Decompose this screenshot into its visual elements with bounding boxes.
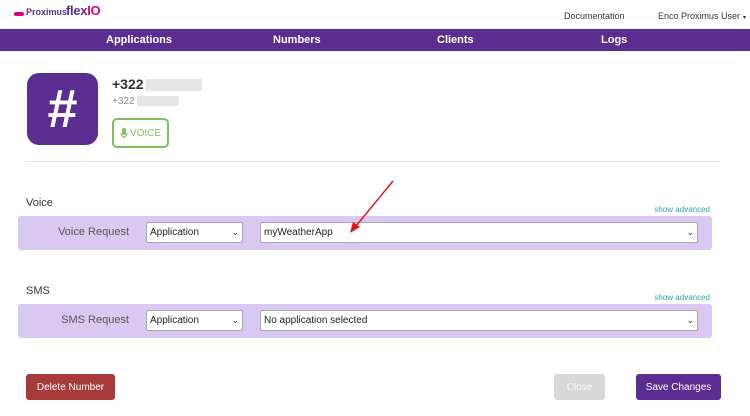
voice-application-value: myWeatherApp xyxy=(264,227,333,238)
chevron-down-icon: ⌄ xyxy=(231,315,239,325)
chevron-down-icon: ⌄ xyxy=(231,227,239,237)
sms-application-select[interactable]: No application selected ⌄ xyxy=(260,310,698,331)
number-secondary: +322 xyxy=(112,96,179,107)
logo-mark xyxy=(14,12,24,16)
caret-down-icon: ▾ xyxy=(743,15,747,21)
sms-request-row: SMS Request Application ⌄ No application… xyxy=(18,304,712,338)
sms-type-value: Application xyxy=(150,315,199,326)
annotation-arrow-icon xyxy=(350,180,394,233)
close-button[interactable]: Close xyxy=(554,374,605,400)
voice-request-label: Voice Request xyxy=(58,226,129,238)
user-name: Enco Proximus User xyxy=(658,11,741,21)
sms-show-advanced-link[interactable]: show advanced xyxy=(654,293,710,302)
nav-clients[interactable]: Clients xyxy=(437,34,474,46)
voice-application-select[interactable]: myWeatherApp ⌄ xyxy=(260,222,698,243)
redacted-digits xyxy=(136,96,179,107)
main-nav: Applications Numbers Clients Logs xyxy=(0,29,750,51)
sms-section-title: SMS xyxy=(26,285,50,297)
voice-section-title: Voice xyxy=(26,197,53,209)
user-menu[interactable]: Enco Proximus User ▾ xyxy=(658,11,746,21)
sms-request-label: SMS Request xyxy=(61,314,129,326)
voice-request-type-select[interactable]: Application ⌄ xyxy=(146,222,243,243)
number-primary: +322 xyxy=(112,76,202,92)
chevron-down-icon: ⌄ xyxy=(686,315,694,325)
number-hash-icon: # xyxy=(27,73,98,145)
voice-type-value: Application xyxy=(150,227,199,238)
voice-request-row: Voice Request Application ⌄ myWeatherApp… xyxy=(18,216,712,250)
save-changes-button[interactable]: Save Changes xyxy=(636,374,721,400)
voice-show-advanced-link[interactable]: show advanced xyxy=(654,205,710,214)
redacted-digits xyxy=(145,79,202,92)
documentation-link[interactable]: Documentation xyxy=(564,11,625,21)
logo-product-text: flexIO xyxy=(66,3,101,18)
nav-numbers[interactable]: Numbers xyxy=(273,34,321,46)
voice-badge-label: VOICE xyxy=(129,127,162,139)
voice-capability-badge: VOICE xyxy=(112,118,169,148)
nav-applications[interactable]: Applications xyxy=(106,34,172,46)
microphone-icon xyxy=(120,127,128,138)
sms-application-value: No application selected xyxy=(264,315,368,326)
nav-logs[interactable]: Logs xyxy=(601,34,627,46)
chevron-down-icon: ⌄ xyxy=(686,227,694,237)
logo-brand-text: Proximus xyxy=(26,7,68,17)
sms-request-type-select[interactable]: Application ⌄ xyxy=(146,310,243,331)
divider xyxy=(26,161,720,162)
top-bar: Proximus flexIO Documentation Enco Proxi… xyxy=(0,0,750,28)
delete-number-button[interactable]: Delete Number xyxy=(26,374,115,400)
